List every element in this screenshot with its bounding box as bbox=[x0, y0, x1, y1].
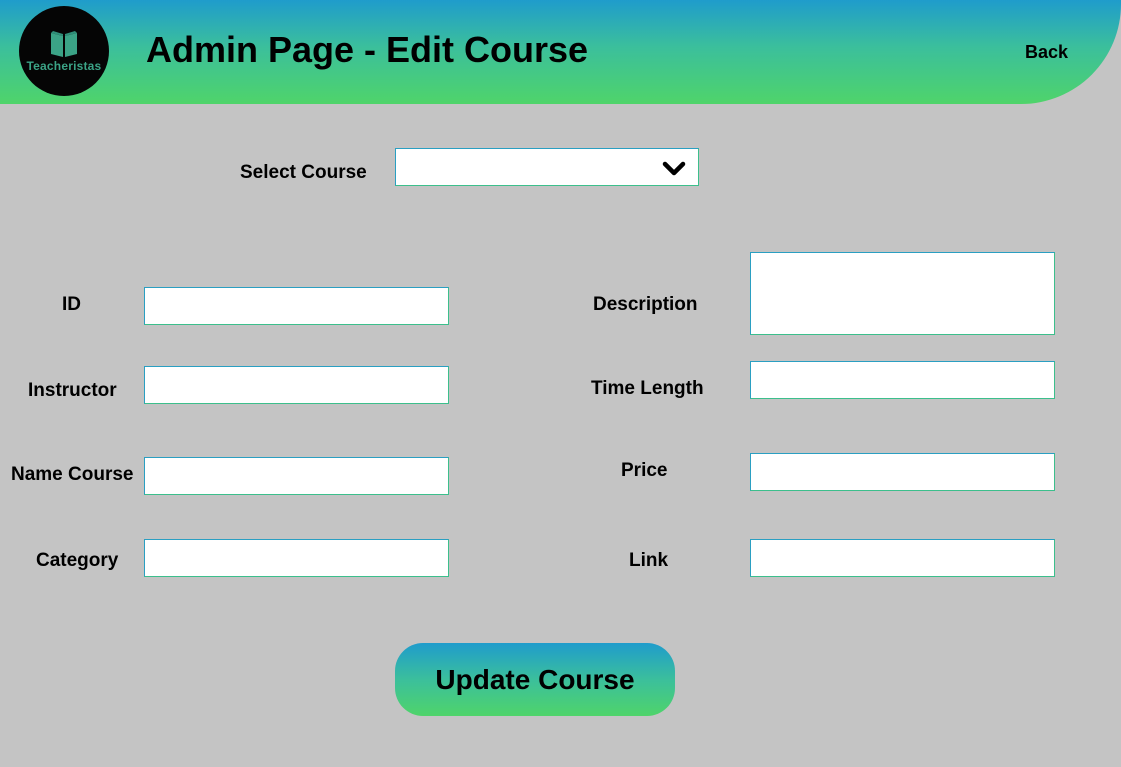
chevron-down-icon bbox=[662, 161, 686, 176]
select-course-label: Select Course bbox=[240, 162, 367, 183]
time-length-field[interactable] bbox=[750, 361, 1055, 399]
header-bar: Teacheristas Admin Page - Edit Course Ba… bbox=[0, 0, 1121, 104]
instructor-label: Instructor bbox=[28, 380, 117, 401]
price-label: Price bbox=[621, 460, 668, 481]
page-title: Admin Page - Edit Course bbox=[146, 29, 589, 70]
id-field[interactable] bbox=[144, 287, 449, 325]
description-label: Description bbox=[593, 294, 698, 315]
link-label: Link bbox=[629, 550, 669, 571]
instructor-field[interactable] bbox=[144, 366, 449, 404]
update-course-button[interactable]: Update Course bbox=[395, 643, 675, 716]
category-label: Category bbox=[36, 550, 119, 571]
name-course-label: Name Course bbox=[11, 464, 134, 485]
back-link[interactable]: Back bbox=[1025, 42, 1068, 62]
logo-text: Teacheristas bbox=[26, 59, 102, 73]
select-course-dropdown[interactable] bbox=[395, 148, 699, 186]
name-course-field[interactable] bbox=[144, 457, 449, 495]
link-field[interactable] bbox=[750, 539, 1055, 577]
open-book-icon bbox=[51, 31, 77, 57]
category-field[interactable] bbox=[144, 539, 449, 577]
id-label: ID bbox=[62, 294, 81, 315]
time-length-label: Time Length bbox=[591, 378, 704, 399]
description-field[interactable] bbox=[750, 252, 1055, 335]
price-field[interactable] bbox=[750, 453, 1055, 491]
teacheristas-logo[interactable]: Teacheristas bbox=[19, 6, 109, 96]
